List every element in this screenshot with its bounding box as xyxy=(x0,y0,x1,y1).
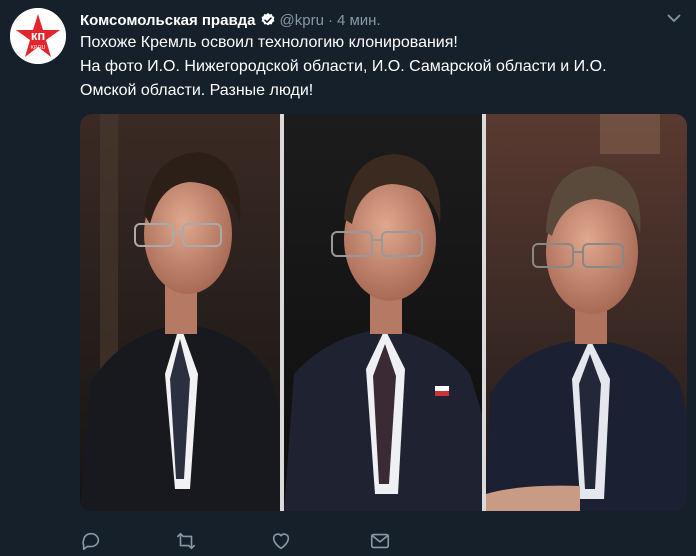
chevron-down-icon[interactable] xyxy=(666,10,682,26)
author-name[interactable]: Комсомольская правда xyxy=(80,12,256,29)
verified-badge-icon xyxy=(261,13,274,26)
svg-text:кп: кп xyxy=(31,28,45,43)
portrait-panel-3 xyxy=(486,114,687,511)
heart-icon xyxy=(272,533,290,550)
three-portraits-image xyxy=(80,114,687,511)
retweet-button[interactable] xyxy=(175,530,197,552)
direct-message-button[interactable] xyxy=(369,530,391,552)
avatar[interactable]: кп KP.RU xyxy=(10,8,66,64)
tweet-header: Комсомольская правда @kpru · 4 мин. xyxy=(80,9,666,31)
tweet-text-line: Омской области. Разные люди! xyxy=(80,82,314,99)
tweet-actions xyxy=(80,530,400,552)
tweet-text-line: На фото И.О. Нижегородской области, И.О.… xyxy=(80,58,607,75)
portrait-panel-1 xyxy=(80,114,280,511)
like-button[interactable] xyxy=(270,530,292,552)
timestamp[interactable]: 4 мин. xyxy=(337,12,381,29)
envelope-icon xyxy=(370,533,390,549)
reply-button[interactable] xyxy=(80,530,102,552)
tweet[interactable]: кп KP.RU Комсомольская правда @kpru · 4 … xyxy=(0,0,696,556)
separator: · xyxy=(327,11,333,29)
portrait-panel-2 xyxy=(284,114,482,511)
svg-text:KP.RU: KP.RU xyxy=(31,45,46,51)
author-handle[interactable]: @kpru xyxy=(280,12,324,29)
tweet-text: Похоже Кремль освоил технологию клониров… xyxy=(80,31,660,103)
reply-icon xyxy=(82,532,100,551)
retweet-icon xyxy=(176,532,196,550)
tweet-photo[interactable] xyxy=(80,114,687,511)
kp-logo-icon: кп KP.RU xyxy=(10,8,66,64)
tweet-text-line: Похоже Кремль освоил технологию клониров… xyxy=(80,34,458,51)
